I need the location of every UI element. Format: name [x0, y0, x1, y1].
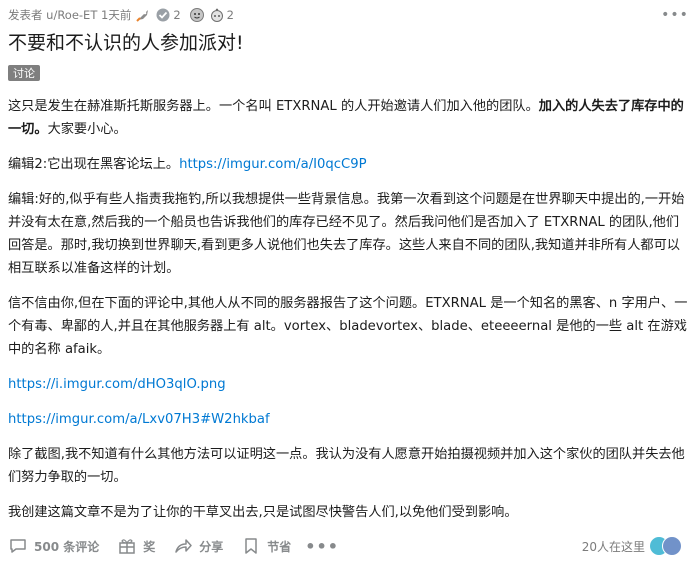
posted-by[interactable]: 发表者 u/Roe-ET 1天前 [8, 7, 131, 23]
post-body: 这只是发生在赫准斯托斯服务器上。一个名叫 ETXRNAL 的人开始邀请人们加入他… [8, 95, 690, 524]
ellipsis-icon: ••• [305, 536, 339, 556]
paragraph-link-1: https://i.imgur.com/dHO3qlO.png [8, 373, 690, 396]
comments-button[interactable]: 500 条评论 [8, 536, 99, 556]
imgur-link-forum[interactable]: https://imgur.com/a/I0qcC9P [179, 157, 367, 172]
viewers-indicator[interactable]: 20人在这里 [582, 533, 682, 559]
wholesome-award-icon[interactable] [189, 7, 205, 23]
paragraph-edit: 编辑:好的,似乎有些人指责我拖钓,所以我想提供一些背景信息。我第一次看到这个问题… [8, 192, 685, 276]
share-icon [175, 539, 192, 553]
paragraph-proof: 除了截图,我不知道有什么其他方法可以证明这一点。我认为没有人愿意开始拍摄视频并加… [8, 447, 685, 485]
award-count-1: 2 [173, 8, 181, 22]
snoo-award-icon[interactable] [209, 7, 225, 23]
share-button[interactable]: 分享 [173, 536, 223, 556]
viewer-avatar-icon [662, 536, 682, 556]
viewers-count: 20人在这里 [581, 539, 645, 554]
imgur-link-image[interactable]: https://i.imgur.com/dHO3qlO.png [8, 377, 226, 392]
post-meta: 发表者 u/Roe-ET 1天前 2 2 [8, 0, 690, 30]
post-actions: 500 条评论 奖 分享 节省 ••• 20人在这里 [8, 533, 690, 559]
helpful-award-icon[interactable] [155, 7, 171, 23]
more-actions-button[interactable]: ••• [305, 537, 339, 556]
rocket-award-icon[interactable] [135, 7, 151, 23]
bookmark-icon [245, 538, 258, 554]
imgur-link-album[interactable]: https://imgur.com/a/Lxv07H3#W2hkbaf [8, 412, 270, 427]
comment-icon [10, 539, 26, 553]
gift-icon [119, 539, 135, 554]
paragraph-1: 这只是发生在赫准斯托斯服务器上。一个名叫 ETXRNAL 的人开始邀请人们加入他… [8, 99, 684, 137]
save-button[interactable]: 节省 [241, 536, 291, 556]
paragraph-closing: 我创建这篇文章不是为了让你的干草叉出去,只是试图尽快警告人们,以免他们受到影响。 [8, 505, 518, 520]
post-container: 发表者 u/Roe-ET 1天前 2 2 ••• 不要和不认识的人参加派对! 讨… [0, 0, 698, 568]
award-button[interactable]: 奖 [117, 536, 155, 556]
post-title: 不要和不认识的人参加派对! [8, 32, 244, 54]
more-options-button[interactable]: ••• [661, 6, 689, 24]
post-flair[interactable]: 讨论 [8, 65, 40, 81]
paragraph-edit2: 编辑2:它出现在黑客论坛上。https://imgur.com/a/I0qcC9… [8, 157, 367, 172]
paragraph-comments: 信不信由你,但在下面的评论中,其他人从不同的服务器报告了这个问题。ETXRNAL… [8, 296, 688, 357]
award-count-2: 2 [226, 8, 234, 22]
paragraph-link-2: https://imgur.com/a/Lxv07H3#W2hkbaf [8, 408, 690, 431]
more-options-icon: ••• [661, 7, 689, 23]
